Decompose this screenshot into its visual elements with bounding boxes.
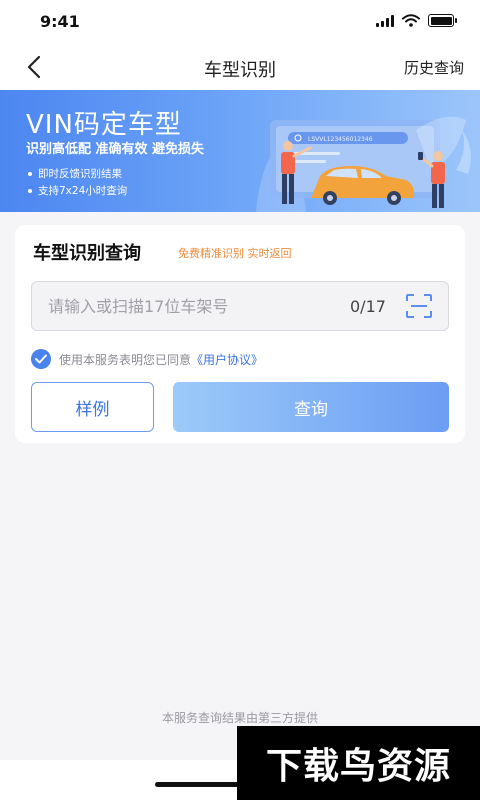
vin-char-counter: 0/17 <box>350 297 386 316</box>
user-agreement-link[interactable]: 《用户协议》 <box>191 351 263 368</box>
footer-note: 本服务查询结果由第三方提供 <box>161 711 318 725</box>
watermark-logo: 下载鸟资源 <box>237 726 480 800</box>
agreement-row: 使用本服务表明您已同意 《用户协议》 <box>31 349 263 369</box>
vin-input[interactable] <box>48 282 338 330</box>
banner-illustration: LSVVL123456012346 <box>256 116 471 212</box>
vin-query-card: 车型识别查询 免费精准识别 实时返回 0/17 使用本服务表明您已同意 《用户协… <box>15 225 465 443</box>
status-icons <box>376 14 457 27</box>
query-button[interactable]: 查询 <box>173 382 449 432</box>
status-time: 9:41 <box>40 12 80 31</box>
card-tag: 免费精准识别 实时返回 <box>178 247 292 260</box>
battery-icon <box>428 14 457 27</box>
banner-subtitle: 识别高低配 准确有效 避免损失 <box>26 142 205 157</box>
vin-input-box: 0/17 <box>31 281 449 331</box>
sample-button[interactable]: 样例 <box>31 382 154 432</box>
wifi-icon <box>402 14 420 27</box>
history-query-link[interactable]: 历史查询 <box>404 57 464 78</box>
status-bar: 9:41 <box>0 0 480 44</box>
agreement-checkbox[interactable] <box>31 349 51 369</box>
promo-banner: VIN码定车型 识别高低配 准确有效 避免损失 即时反馈识别结果 支持7x24小… <box>0 90 480 212</box>
scan-icon[interactable] <box>406 294 432 318</box>
banner-vin-sample: LSVVL123456012346 <box>308 136 373 143</box>
nav-bar: 车型识别 历史查询 <box>0 44 480 90</box>
agreement-text: 使用本服务表明您已同意 <box>59 352 192 367</box>
banner-bullet: 支持7x24小时查询 <box>28 183 127 198</box>
banner-title: VIN码定车型 <box>26 110 182 140</box>
checkmark-icon <box>35 354 47 364</box>
signal-icon <box>376 15 394 27</box>
card-title: 车型识别查询 <box>33 243 141 264</box>
banner-bullet: 即时反馈识别结果 <box>28 166 122 181</box>
